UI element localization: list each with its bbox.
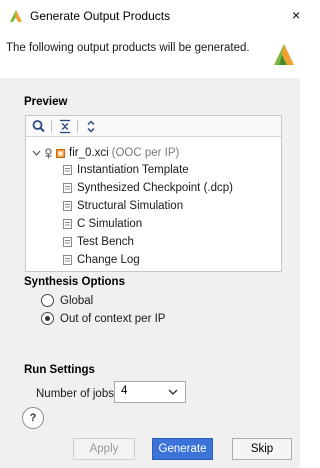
radio-ooc-button[interactable] [41, 312, 54, 325]
document-icon [63, 255, 72, 265]
radio-global-label: Global [60, 294, 94, 307]
tree-item-label: C Simulation [77, 218, 143, 230]
tree-root-node[interactable]: fir_0.xci (OOC per IP) [32, 145, 179, 161]
jobs-select[interactable]: 4 [114, 381, 186, 403]
synthesis-section-title: Synthesis Options [24, 276, 125, 288]
run-settings-section-title: Run Settings [24, 364, 95, 376]
skip-button[interactable]: Skip [232, 438, 292, 460]
tree-item[interactable]: Test Bench [63, 234, 134, 250]
preview-toolbar [26, 116, 281, 137]
radio-ooc-label: Out of context per IP [60, 312, 166, 325]
vivado-logo-icon [274, 44, 294, 65]
tree-root-suffix: (OOC per IP) [111, 147, 180, 159]
dialog-description: The following output products will be ge… [6, 42, 250, 54]
toolbar-separator [51, 120, 52, 133]
dialog-header: The following output products will be ge… [0, 32, 300, 78]
chevron-down-icon[interactable] [32, 149, 41, 157]
toolbar-separator [77, 120, 78, 133]
tree-item-label: Change Log [77, 254, 140, 266]
radio-ooc[interactable]: Out of context per IP [41, 312, 165, 325]
document-icon [63, 201, 72, 211]
preview-section-title: Preview [24, 96, 68, 108]
vivado-app-icon [10, 10, 22, 22]
apply-button[interactable]: Apply [73, 438, 135, 460]
window-titlebar: Generate Output Products × [0, 0, 300, 32]
search-icon[interactable] [31, 119, 47, 134]
tree-item[interactable]: C Simulation [63, 216, 142, 232]
tree-root-label: fir_0.xci [69, 147, 109, 159]
tree-item[interactable]: Structural Simulation [63, 198, 183, 214]
document-icon [63, 237, 72, 247]
tree-item[interactable]: Synthesized Checkpoint (.dcp) [63, 180, 233, 196]
tree-item-label: Instantiation Template [77, 164, 189, 176]
expand-icon[interactable] [83, 119, 99, 134]
close-icon[interactable]: × [292, 7, 300, 23]
document-icon [63, 165, 72, 175]
tree-item[interactable]: Instantiation Template [63, 162, 189, 178]
help-button[interactable]: ? [22, 407, 44, 429]
radio-global-button[interactable] [41, 294, 54, 307]
xci-file-icon [56, 148, 65, 158]
tree-item-label: Test Bench [77, 236, 134, 248]
generate-button[interactable]: Generate [152, 438, 213, 460]
tree-item-label: Synthesized Checkpoint (.dcp) [77, 182, 233, 194]
tree-item[interactable]: Change Log [63, 252, 140, 268]
window-title: Generate Output Products [30, 9, 171, 23]
jobs-label: Number of jobs: [36, 388, 118, 400]
preview-tree-panel[interactable]: fir_0.xci (OOC per IP) Instantiation Tem… [25, 115, 282, 272]
chevron-down-icon[interactable] [168, 388, 178, 396]
document-icon [63, 183, 72, 193]
collapse-all-icon[interactable] [57, 119, 73, 134]
tree-item-label: Structural Simulation [77, 200, 184, 212]
document-icon [63, 219, 72, 229]
jobs-select-value: 4 [121, 385, 128, 397]
ip-core-icon [45, 147, 52, 158]
radio-global[interactable]: Global [41, 294, 93, 307]
dialog-body: Preview fir_0.xci (OOC per IP) Instantia… [0, 78, 300, 468]
